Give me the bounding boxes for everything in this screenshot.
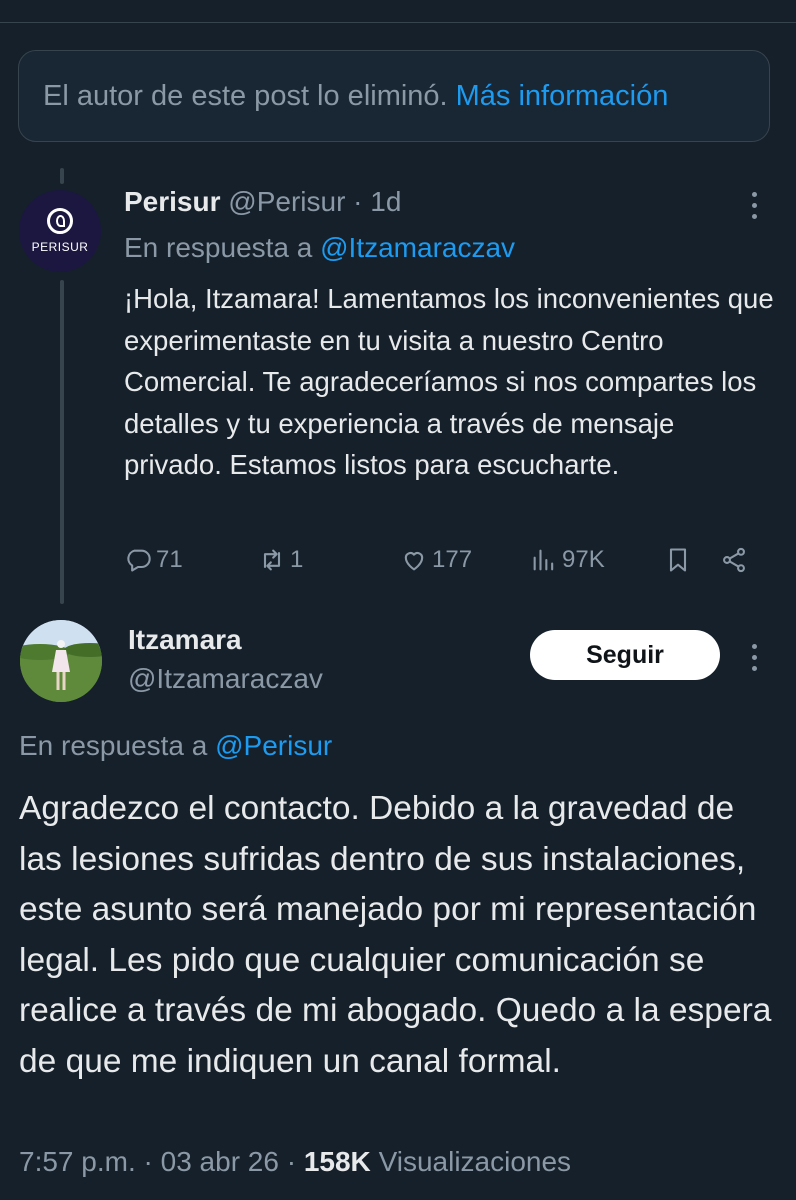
like-button[interactable]: 177 [400, 538, 472, 582]
thread-line [60, 280, 64, 604]
meta-separator: · [135, 1146, 161, 1177]
reply-header: Perisur @Perisur · 1d [124, 186, 401, 218]
post-author-handle[interactable]: @Itzamaraczav [128, 663, 323, 695]
reply-author-handle[interactable]: @Perisur [228, 186, 345, 217]
reply-icon [127, 549, 151, 572]
more-icon[interactable] [744, 644, 764, 671]
like-count: 177 [432, 546, 473, 573]
share-button[interactable] [720, 538, 748, 582]
follow-button[interactable]: Seguir [530, 630, 720, 680]
views-icon [533, 549, 554, 571]
repost-icon [263, 549, 281, 571]
views-button[interactable]: 97K [530, 538, 605, 582]
share-icon [723, 547, 745, 573]
reply-replying-to: En respuesta a @Itzamaraczav [124, 232, 515, 264]
replying-mention[interactable]: @Itzamaraczav [320, 232, 515, 263]
deleted-post-notice: El autor de este post lo eliminó. Más in… [18, 50, 770, 142]
repost-button[interactable]: 1 [258, 538, 303, 582]
replying-prefix: En respuesta a [19, 730, 216, 761]
post-replying-to: En respuesta a @Perisur [19, 730, 332, 762]
like-icon [404, 552, 424, 571]
deleted-post-text: El autor de este post lo eliminó. [43, 79, 448, 112]
post-views-count: 158K [303, 1146, 371, 1177]
reply-text: ¡Hola, Itzamara! Lamentamos los inconven… [124, 283, 774, 480]
reply-button[interactable]: 71 [124, 538, 183, 582]
reply-actions-bar: 71 1 177 97K [124, 538, 764, 582]
top-divider [0, 22, 796, 23]
avatar-itzamara[interactable] [20, 620, 102, 702]
post-metadata: 7:57 p.m. · 03 abr 26 · 158K Visualizaci… [19, 1146, 571, 1178]
post-views-label: Visualizaciones [378, 1146, 572, 1177]
avatar-perisur[interactable]: PERISUR [19, 190, 101, 272]
replying-mention[interactable]: @Perisur [215, 730, 332, 761]
header-separator: · [345, 186, 371, 217]
bookmark-button[interactable] [664, 538, 692, 582]
meta-separator: · [278, 1146, 304, 1177]
thread-line-top [60, 168, 64, 184]
post-date[interactable]: 03 abr 26 [161, 1146, 279, 1177]
perisur-logo-icon [47, 208, 73, 234]
reply-time[interactable]: 1d [370, 186, 401, 217]
more-icon[interactable] [744, 192, 764, 219]
bookmark-icon [669, 548, 687, 572]
reply-author-name[interactable]: Perisur [124, 186, 221, 217]
post-time[interactable]: 7:57 p.m. [19, 1146, 136, 1177]
repost-count: 1 [290, 546, 304, 573]
perisur-logo-text: PERISUR [31, 240, 89, 254]
replying-prefix: En respuesta a [124, 232, 321, 263]
views-count: 97K [562, 546, 605, 573]
reply-count: 71 [156, 546, 183, 573]
post-text: Agradezco el contacto. Debido a la grave… [19, 790, 772, 1080]
avatar-photo [20, 620, 102, 702]
more-info-link[interactable]: Más información [456, 80, 669, 113]
post-author-name[interactable]: Itzamara [128, 624, 242, 656]
